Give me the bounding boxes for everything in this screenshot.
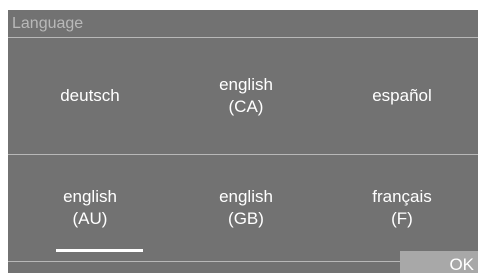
option-label: english	[219, 187, 273, 206]
ok-button[interactable]: OK	[400, 251, 478, 273]
language-option-english-au[interactable]: english (AU)	[12, 155, 168, 261]
language-option-deutsch[interactable]: deutsch	[12, 38, 168, 154]
option-label: español	[372, 86, 432, 105]
footer-divider	[8, 261, 400, 262]
option-label: français	[372, 187, 432, 206]
option-region: (F)	[391, 209, 413, 228]
selection-indicator	[56, 249, 143, 252]
language-option-english-gb[interactable]: english (GB)	[168, 155, 324, 261]
option-region: (AU)	[72, 209, 108, 228]
option-region: (CA)	[228, 97, 264, 116]
language-option-espanol[interactable]: español	[324, 38, 478, 154]
option-label: english	[63, 187, 117, 206]
option-label: deutsch	[60, 86, 120, 105]
option-region: (GB)	[228, 209, 264, 228]
screen-title: Language	[12, 15, 84, 32]
language-screen: Language deutsch english (CA) español en…	[8, 10, 478, 273]
language-option-francais[interactable]: français (F)	[324, 155, 478, 261]
language-option-english-ca[interactable]: english (CA)	[168, 38, 324, 154]
option-label: english	[219, 75, 273, 94]
